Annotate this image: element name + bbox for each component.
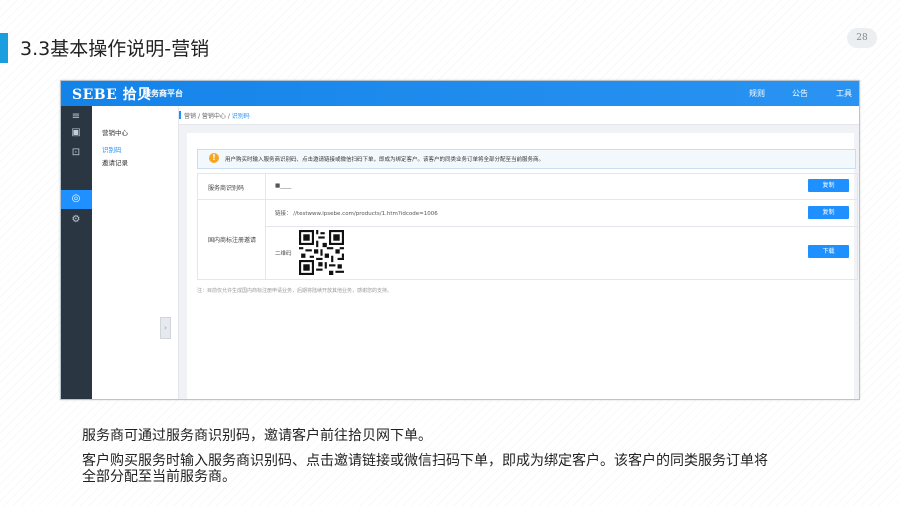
content-panel: ! 用户购买时输入服务商识别码、点击邀请链接或微信扫码下单，即成为绑定客户。该客…	[187, 133, 858, 399]
platform-name: 服务商平台	[143, 89, 183, 98]
notice-text: 用户购买时输入服务商识别码、点击邀请链接或微信扫码下单，即成为绑定客户。该客户的…	[225, 157, 545, 163]
breadcrumb-marker	[179, 111, 181, 119]
caption-line-1: 服务商可通过服务商识别码，邀请客户前往拾贝网下单。	[82, 428, 432, 444]
breadcrumb-level1[interactable]: 营销	[184, 113, 196, 120]
breadcrumb-sep: /	[197, 113, 200, 120]
caption-line-3: 全部分配至当前服务商。	[82, 469, 236, 485]
download-qr-button[interactable]: 下载	[808, 245, 849, 258]
code-table: 服务商识别码 ■____ 复制 国内商标注册邀请 链接： //testwww.i…	[197, 173, 858, 280]
link-label: 链接：	[275, 211, 292, 217]
sidebar: ≡ ▣ ⊡ ◎ ⚙	[61, 106, 92, 399]
slide-title: 3.3基本操作说明-营销	[20, 38, 210, 60]
code-row-label: 服务商识别码	[208, 185, 245, 192]
warning-icon: !	[209, 153, 219, 163]
nav-announcements[interactable]: 公告	[792, 88, 808, 99]
submenu-item-invite-records[interactable]: 邀请记录	[102, 157, 128, 167]
collapse-toggle[interactable]: ›	[160, 317, 171, 339]
footnote: 注：目前仅允许生成国内商标注册申请业务，后期将陆续开放其他业务，感谢您的支持。	[197, 288, 393, 294]
menu-icon[interactable]: ≡	[69, 110, 83, 124]
app-screenshot: SEBE 拾贝 服务商平台 规则 公告 工具 ≡ ▣ ⊡ ◎ ⚙ 营销中心 识别…	[60, 80, 860, 400]
invite-row-label: 国内商标注册邀请	[208, 237, 257, 244]
app-logo[interactable]: SEBE 拾贝	[72, 84, 152, 104]
nav-tools[interactable]: 工具	[836, 88, 852, 99]
breadcrumb: 营销 / 营销中心 / 识别码	[179, 106, 859, 125]
notice-banner: ! 用户购买时输入服务商识别码、点击邀请链接或微信扫码下单，即成为绑定客户。该客…	[197, 149, 856, 169]
copy-code-button[interactable]: 复制	[808, 179, 849, 192]
table-divider	[198, 199, 857, 200]
qr-label: 二维码	[275, 251, 292, 257]
title-accent-bar	[0, 33, 8, 63]
briefcase-icon[interactable]: ⊡	[69, 146, 83, 160]
calendar-icon[interactable]: ▣	[69, 126, 83, 140]
nav-rules[interactable]: 规则	[749, 88, 765, 99]
copy-link-button[interactable]: 复制	[808, 206, 849, 219]
invite-link[interactable]: //testwww.ipsebe.com/products/1.htm?idco…	[293, 211, 437, 217]
code-value: ■____	[275, 183, 292, 189]
main-content: 营销 / 营销中心 / 识别码 ! 用户购买时输入服务商识别码、点击邀请链接或微…	[179, 106, 859, 399]
submenu-panel: 营销中心 识别码 邀请记录	[92, 106, 179, 399]
settings-icon[interactable]: ⚙	[69, 213, 83, 227]
breadcrumb-level2[interactable]: 营销中心	[202, 113, 226, 120]
breadcrumb-current: 识别码	[231, 113, 250, 120]
table-divider	[265, 226, 857, 227]
page-number: 28	[847, 28, 877, 48]
submenu-item-idcode[interactable]: 识别码	[102, 144, 122, 154]
top-bar: SEBE 拾贝 服务商平台 规则 公告 工具	[61, 81, 859, 106]
qr-code-image	[299, 230, 344, 275]
submenu-heading: 营销中心	[102, 129, 128, 137]
breadcrumb-sep: /	[227, 113, 230, 120]
marketing-icon[interactable]: ◎	[69, 192, 83, 206]
